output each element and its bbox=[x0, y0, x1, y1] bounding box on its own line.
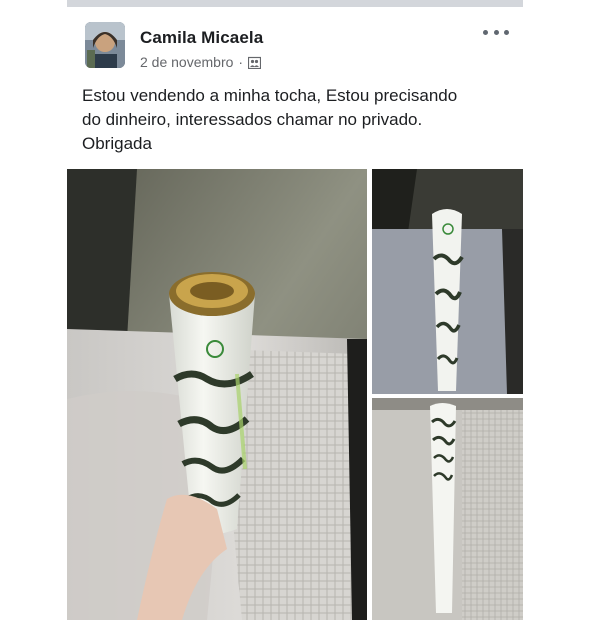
post-photo-2[interactable] bbox=[372, 169, 523, 394]
ellipsis-icon bbox=[483, 29, 488, 35]
post-header: Camila Micaela 2 de novembro · bbox=[85, 22, 515, 74]
post-meta: 2 de novembro · bbox=[140, 54, 262, 70]
post-photo-main[interactable] bbox=[67, 169, 367, 620]
author-name[interactable]: Camila Micaela bbox=[140, 28, 263, 48]
meta-separator: · bbox=[238, 54, 244, 70]
post-text-line: Obrigada bbox=[82, 134, 152, 153]
friends-icon bbox=[248, 56, 262, 69]
top-divider bbox=[67, 0, 523, 7]
avatar[interactable] bbox=[85, 22, 125, 68]
post-text: Estou vendendo a minha tocha, Estou prec… bbox=[82, 84, 512, 156]
post-text-line: do dinheiro, interessados chamar no priv… bbox=[82, 110, 423, 129]
post-text-line: Estou vendendo a minha tocha, Estou prec… bbox=[82, 86, 458, 105]
post-date[interactable]: 2 de novembro bbox=[140, 54, 233, 70]
post-photo-3[interactable] bbox=[372, 398, 523, 620]
more-options-button[interactable] bbox=[483, 24, 509, 40]
